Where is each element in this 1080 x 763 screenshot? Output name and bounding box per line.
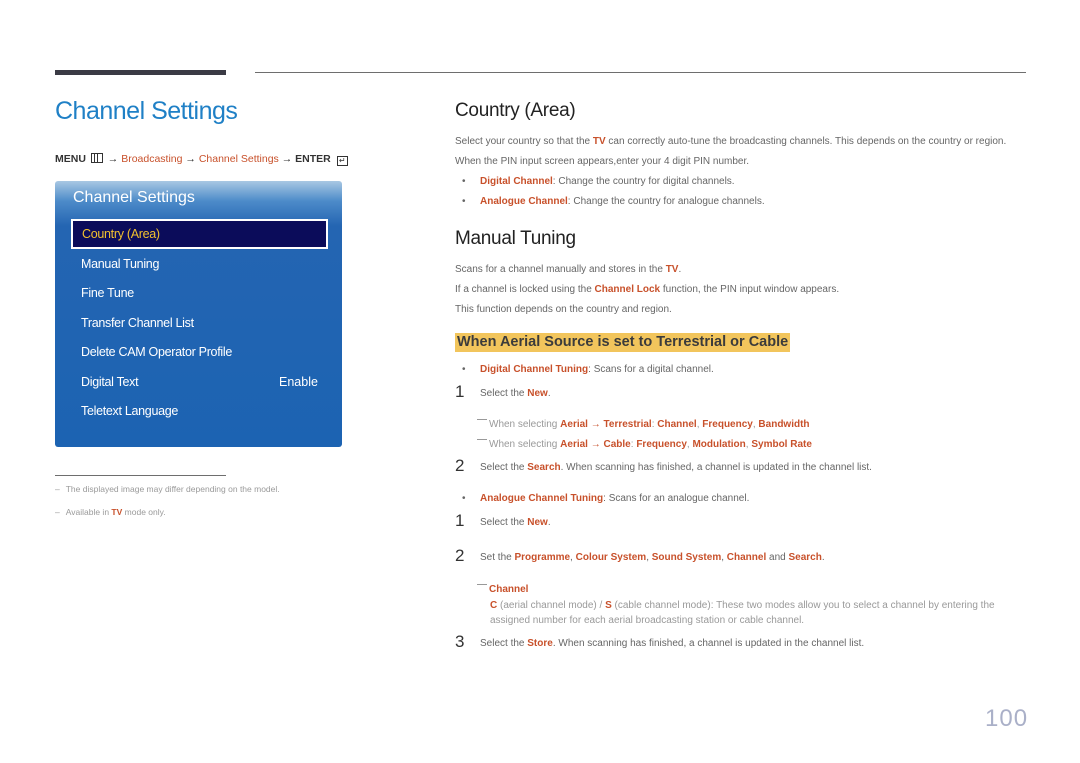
osd-item-delete-cam-operator-profile[interactable]: Delete CAM Operator Profile <box>81 345 232 359</box>
bullet-item: • Analogue Channel Tuning: Scans for an a… <box>462 493 750 504</box>
note-body: C (aerial channel mode) / S (cable chann… <box>490 600 995 611</box>
section-heading-manual-tuning: Manual Tuning <box>455 228 576 249</box>
breadcrumb-menu: MENU <box>55 153 86 165</box>
paragraph: This function depends on the country and… <box>455 304 672 315</box>
osd-item-label: Country (Area) <box>82 227 160 241</box>
step-number: 1 <box>455 382 465 401</box>
breadcrumb-broadcasting[interactable]: Broadcasting <box>121 153 182 165</box>
header-rule-thin <box>255 72 1026 73</box>
step-text: Set the Programme, Colour System, Sound … <box>480 552 825 563</box>
breadcrumb-channel-settings[interactable]: Channel Settings <box>199 153 279 165</box>
osd-menu-panel: Channel Settings Country (Area) Manual T… <box>55 181 342 447</box>
note: When selecting Aerial → Cable: Frequency… <box>477 439 812 450</box>
step-text: Select the Search. When scanning has fin… <box>480 462 872 473</box>
step-number: 2 <box>455 546 465 565</box>
osd-item-digital-text-value: Enable <box>279 375 318 389</box>
osd-item-teletext-language[interactable]: Teletext Language <box>81 404 178 418</box>
note-title: Channel <box>477 584 528 595</box>
footnote: – Available in TV mode only. <box>55 507 166 517</box>
breadcrumb-arrow: → <box>185 153 196 165</box>
footnote: – The displayed image may differ dependin… <box>55 484 280 494</box>
enter-icon: ↵ <box>336 156 348 166</box>
footnote-rule <box>55 475 226 476</box>
paragraph: When the PIN input screen appears,enter … <box>455 156 750 167</box>
osd-menu-title: Channel Settings <box>73 189 195 206</box>
osd-item-manual-tuning[interactable]: Manual Tuning <box>81 257 159 271</box>
page-number: 100 <box>985 705 1029 732</box>
paragraph: If a channel is locked using the Channel… <box>455 284 840 295</box>
step-number: 3 <box>455 632 465 651</box>
step-text: Select the New. <box>480 517 551 528</box>
osd-item-transfer-channel-list[interactable]: Transfer Channel List <box>81 316 194 330</box>
paragraph: Scans for a channel manually and stores … <box>455 264 682 275</box>
breadcrumb: MENU → Broadcasting → Channel Settings →… <box>55 153 348 166</box>
note-body: assigned number for each aerial broadcas… <box>490 615 805 626</box>
breadcrumb-arrow: → <box>107 153 119 165</box>
section-heading-country-area: Country (Area) <box>455 100 576 121</box>
breadcrumb-enter: ENTER <box>295 153 331 165</box>
subheading-aerial-source: When Aerial Source is set to Terrestrial… <box>455 333 791 352</box>
step-text: Select the Store. When scanning has fini… <box>480 638 865 649</box>
paragraph: Select your country so that the TV can c… <box>455 136 1007 147</box>
step-text: Select the New. <box>480 388 551 399</box>
osd-item-fine-tune[interactable]: Fine Tune <box>81 286 134 300</box>
header-rule-thick <box>55 70 226 75</box>
step-number: 2 <box>455 456 465 475</box>
step-number: 1 <box>455 511 465 530</box>
breadcrumb-arrow: → <box>281 153 293 165</box>
page-title: Channel Settings <box>55 97 238 125</box>
bullet-item: • Analogue Channel: Change the country fo… <box>462 196 765 207</box>
bullet-item: • Digital Channel Tuning: Scans for a dig… <box>462 364 714 375</box>
bullet-item: • Digital Channel: Change the country for… <box>462 176 735 187</box>
note: When selecting Aerial → Terrestrial: Cha… <box>477 419 810 430</box>
osd-item-digital-text[interactable]: Digital Text <box>81 375 139 389</box>
osd-item-country-area[interactable]: Country (Area) <box>71 219 328 249</box>
menu-grid-icon <box>90 153 103 163</box>
